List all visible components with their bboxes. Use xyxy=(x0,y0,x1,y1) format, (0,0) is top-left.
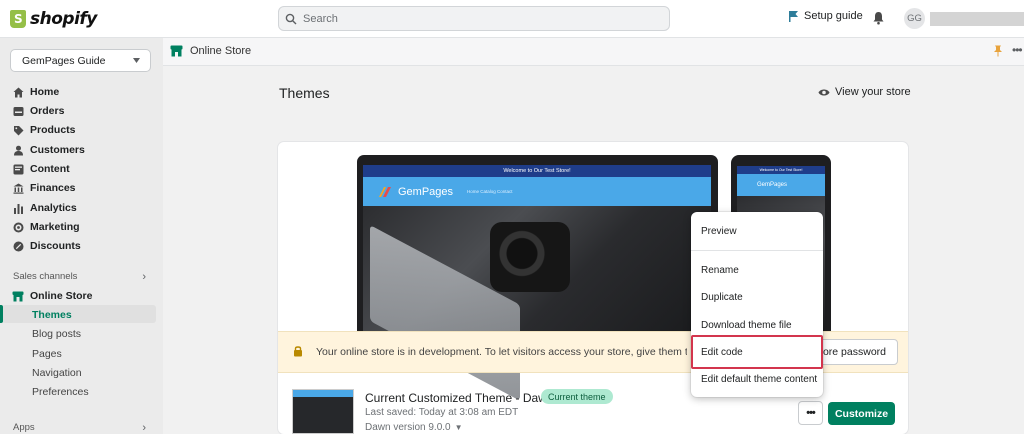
theme-name: Current Customized Theme - Dawn xyxy=(365,391,554,405)
theme-actions-button[interactable]: ••• xyxy=(798,401,823,425)
eye-icon xyxy=(818,89,830,95)
bank-icon xyxy=(12,182,24,194)
sidebar-item-discounts[interactable]: Discounts xyxy=(12,240,81,252)
apps-label: Apps xyxy=(13,422,35,433)
avatar[interactable]: GG xyxy=(904,8,925,29)
username-redacted xyxy=(930,12,1024,26)
sidebar-item-label: Discounts xyxy=(30,240,81,252)
shopify-bag-icon xyxy=(10,10,26,28)
preview-nav-links: Home Catalog Contact xyxy=(467,189,513,194)
menu-item-duplicate[interactable]: Duplicate xyxy=(701,292,743,303)
shopify-logo[interactable]: shopify xyxy=(10,8,97,30)
more-actions-icon[interactable]: ••• xyxy=(1012,43,1023,57)
page-title: Themes xyxy=(279,85,330,101)
store-icon xyxy=(170,45,183,57)
sidebar-item-customers[interactable]: Customers xyxy=(12,144,85,156)
sidebar-item-label: Products xyxy=(30,124,76,136)
sidebar-item-label: Orders xyxy=(30,105,65,117)
theme-version[interactable]: Dawn version 9.0.0 ▼ xyxy=(365,422,463,434)
sidebar-subitem-preferences[interactable]: Preferences xyxy=(32,386,89,398)
sidebar-item-label: Content xyxy=(30,163,70,175)
search-icon xyxy=(285,13,297,24)
sidebar-item-online-store[interactable]: Online Store xyxy=(12,290,92,302)
menu-item-rename[interactable]: Rename xyxy=(701,265,739,276)
discount-icon xyxy=(12,240,24,252)
content-icon xyxy=(12,163,24,175)
preview-promo-bar: Welcome to Our Test Store! xyxy=(363,165,711,177)
last-saved-text: Last saved: Today at 3:08 am EDT xyxy=(365,407,519,418)
theme-actions-menu xyxy=(691,212,823,397)
preview-camera-image xyxy=(490,222,570,292)
apps-header[interactable]: Apps › xyxy=(13,422,146,434)
store-selector[interactable]: GemPages Guide xyxy=(10,49,151,72)
sidebar-item-label: Finances xyxy=(30,182,76,194)
target-icon xyxy=(12,221,24,233)
sidebar-item-finances[interactable]: Finances xyxy=(12,182,76,194)
breadcrumb-title: Online Store xyxy=(190,45,252,57)
store-password-button[interactable]: store password xyxy=(810,339,898,365)
sidebar-item-analytics[interactable]: Analytics xyxy=(12,202,77,214)
store-name: GemPages Guide xyxy=(22,54,106,67)
gempages-logo-icon xyxy=(379,186,391,197)
sidebar-item-content[interactable]: Content xyxy=(12,163,70,175)
sidebar-item-orders[interactable]: Orders xyxy=(12,105,64,117)
edit-code-highlight-box xyxy=(691,335,823,369)
flag-icon xyxy=(789,11,798,22)
status-badge: Current theme xyxy=(541,389,613,404)
sidebar-subitem-pages[interactable]: Pages xyxy=(32,348,62,360)
tag-icon xyxy=(12,124,24,136)
sidebar-item-home[interactable]: Home xyxy=(12,86,59,98)
sales-channels-header[interactable]: Sales channels › xyxy=(13,271,146,283)
notifications-bell-icon[interactable] xyxy=(872,11,885,28)
setup-guide-button[interactable]: Setup guide xyxy=(788,10,863,22)
mobile-preview-header: GemPages xyxy=(737,174,825,196)
chevron-right-icon: › xyxy=(142,271,146,283)
sidebar-item-label: Marketing xyxy=(30,221,80,233)
search-bar[interactable] xyxy=(278,6,670,31)
store-icon xyxy=(12,290,24,302)
caret-down-icon xyxy=(133,58,140,63)
sidebar-subitem-themes[interactable]: Themes xyxy=(32,309,72,321)
menu-item-download-theme-file[interactable]: Download theme file xyxy=(701,320,792,331)
preview-header: GemPages Home Catalog Contact xyxy=(363,177,711,206)
person-icon xyxy=(12,144,24,156)
sidebar-item-label: Online Store xyxy=(30,290,93,302)
sidebar-item-label: Home xyxy=(30,86,60,98)
sidebar-subitem-navigation[interactable]: Navigation xyxy=(32,367,82,379)
sidebar-item-label: Customers xyxy=(30,144,85,156)
sidebar-item-label: Analytics xyxy=(30,202,77,214)
menu-divider xyxy=(691,250,823,251)
sales-channels-label: Sales channels xyxy=(13,271,78,282)
mobile-promo-bar: Welcome to Our Test Store! xyxy=(737,166,825,174)
themes-active-indicator xyxy=(0,305,3,323)
theme-version-label: Dawn version 9.0.0 xyxy=(365,422,451,433)
breadcrumb: Online Store xyxy=(170,45,251,57)
shopify-wordmark: shopify xyxy=(30,9,97,29)
setup-guide-label: Setup guide xyxy=(804,10,863,22)
view-store-label: View your store xyxy=(835,86,911,98)
pin-icon[interactable] xyxy=(993,45,1003,60)
sidebar-item-marketing[interactable]: Marketing xyxy=(12,221,80,233)
themes-active-highlight xyxy=(2,305,156,323)
menu-item-preview[interactable]: Preview xyxy=(701,226,737,237)
customize-button[interactable]: Customize xyxy=(828,402,895,425)
banner-message: Your online store is in development. To … xyxy=(316,346,687,358)
home-icon xyxy=(12,86,24,98)
menu-item-edit-default-theme-content[interactable]: Edit default theme content xyxy=(701,374,817,385)
bar-chart-icon xyxy=(12,202,24,214)
chevron-right-icon: › xyxy=(142,422,146,434)
orders-icon xyxy=(12,105,24,117)
mobile-preview-brand: GemPages xyxy=(757,182,788,188)
view-store-link[interactable]: View your store xyxy=(818,86,911,98)
search-input[interactable] xyxy=(303,12,643,25)
caret-down-icon: ▼ xyxy=(454,423,463,432)
sidebar-item-products[interactable]: Products xyxy=(12,124,76,136)
sidebar-subitem-blog-posts[interactable]: Blog posts xyxy=(32,328,81,340)
preview-brand: GemPages xyxy=(398,185,454,198)
theme-thumbnail xyxy=(292,389,354,434)
lock-icon xyxy=(293,345,303,360)
